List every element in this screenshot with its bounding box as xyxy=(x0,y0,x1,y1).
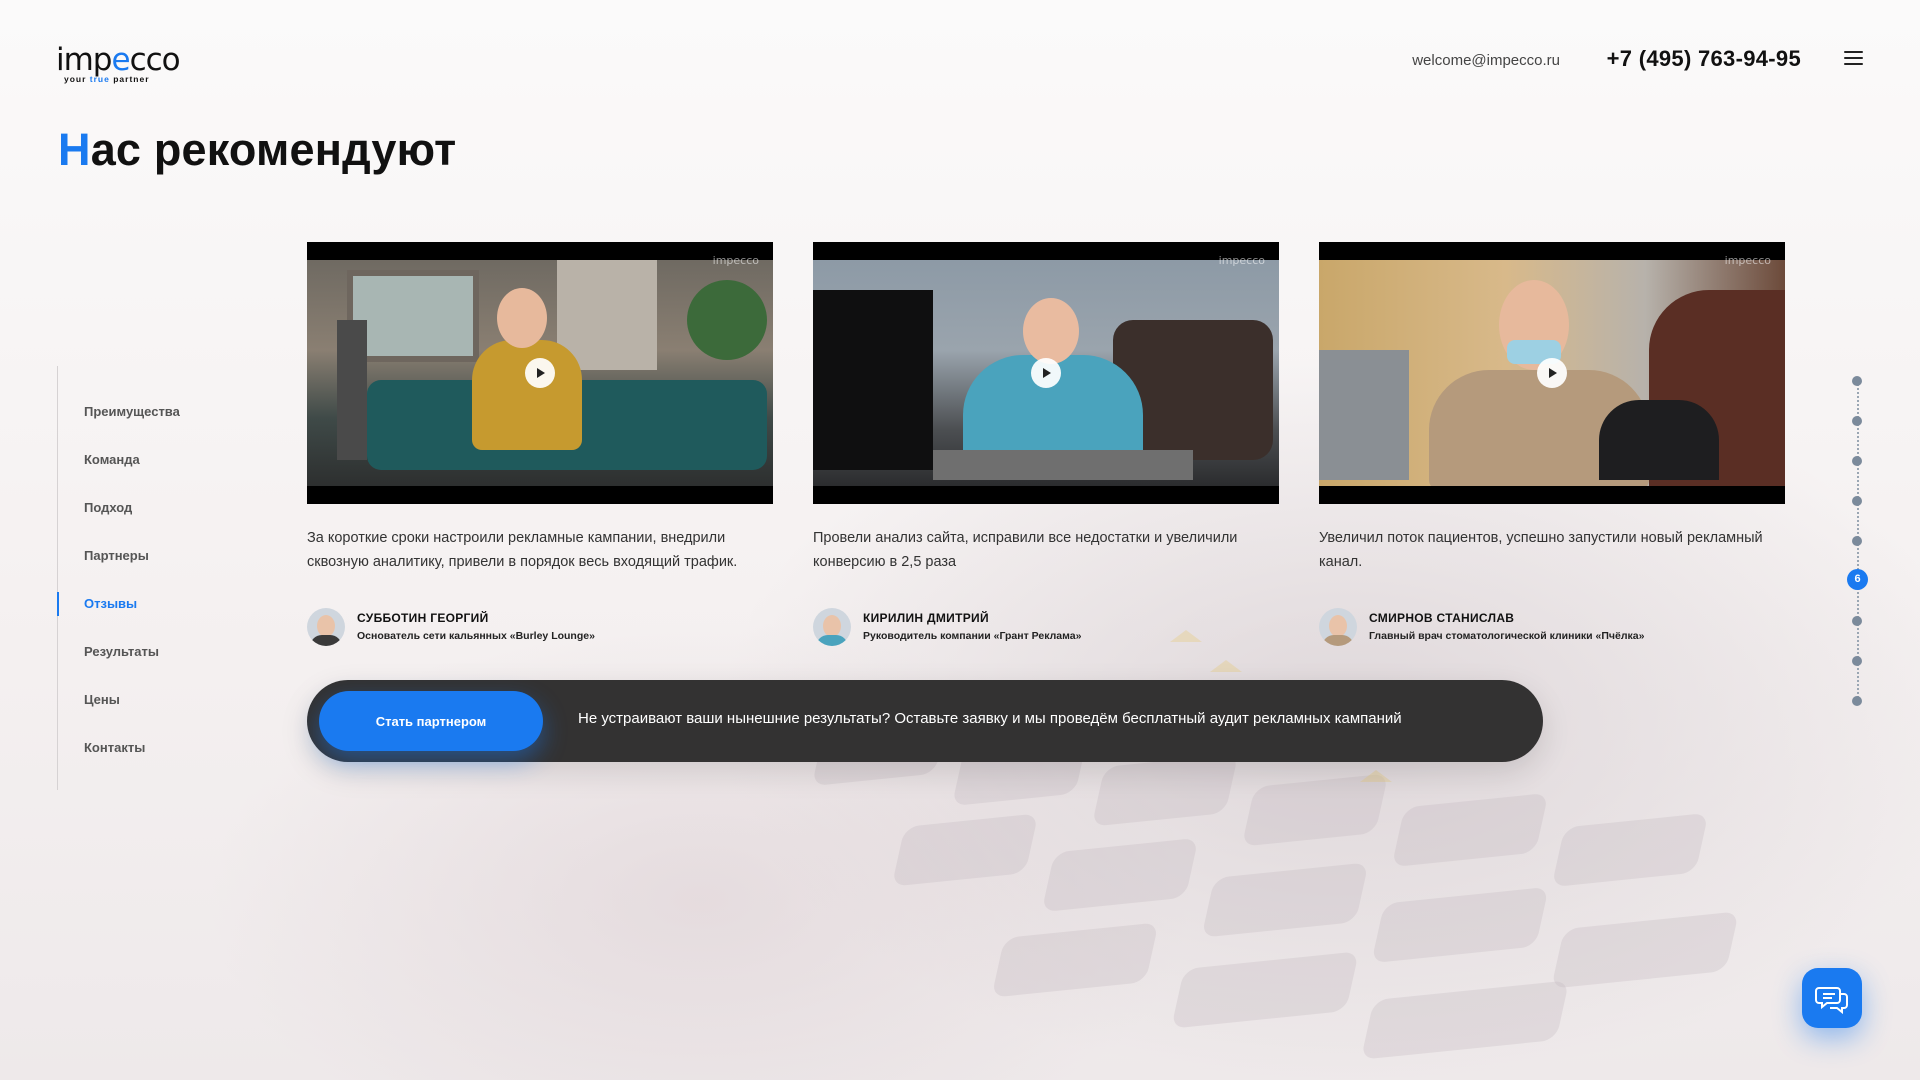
testimonial-author: СУББОТИН ГЕОРГИЙ Основатель сети кальянн… xyxy=(307,608,773,648)
video-watermark: impecco xyxy=(1724,254,1771,267)
play-icon[interactable] xyxy=(1031,358,1061,388)
avatar xyxy=(307,608,345,646)
sidebar-item-partners[interactable]: Партнеры xyxy=(58,532,258,580)
hamburger-icon[interactable] xyxy=(1844,51,1863,69)
logo[interactable]: impecco your true partner xyxy=(56,42,181,85)
logo-wordmark: impecco xyxy=(56,42,181,78)
testimonial-card: impecco За короткие сроки настроили рекл… xyxy=(307,242,773,648)
header-email-link[interactable]: welcome@impecco.ru xyxy=(1412,52,1560,69)
chat-button[interactable] xyxy=(1802,968,1862,1028)
author-role: Руководитель компании «Грант Реклама» xyxy=(863,630,1082,642)
section-dot[interactable] xyxy=(1852,536,1862,546)
page-title: Нас рекомендуют xyxy=(58,124,457,175)
section-dot[interactable] xyxy=(1852,416,1862,426)
section-dot[interactable] xyxy=(1852,656,1862,666)
cta-text: Не устраивают ваши нынешние результаты? … xyxy=(578,710,1402,727)
sidebar-item-results[interactable]: Результаты xyxy=(58,628,258,676)
avatar xyxy=(1319,608,1357,646)
section-dot[interactable] xyxy=(1852,496,1862,506)
author-role: Основатель сети кальянных «Burley Lounge… xyxy=(357,630,595,642)
author-name: КИРИЛИН ДМИТРИЙ xyxy=(863,611,989,625)
testimonial-author: КИРИЛИН ДМИТРИЙ Руководитель компании «Г… xyxy=(813,608,1279,648)
section-dot[interactable] xyxy=(1852,456,1862,466)
sidebar-item-advantages[interactable]: Преимущества xyxy=(58,388,258,436)
section-sidebar: Преимущества Команда Подход Партнеры Отз… xyxy=(57,366,258,790)
sidebar-item-prices[interactable]: Цены xyxy=(58,676,258,724)
play-icon[interactable] xyxy=(1537,358,1567,388)
header-phone[interactable]: +7 (495) 763-94-95 xyxy=(1607,46,1801,72)
author-name: СУББОТИН ГЕОРГИЙ xyxy=(357,611,489,625)
video-watermark: impecco xyxy=(712,254,759,267)
testimonial-author: СМИРНОВ СТАНИСЛАВ Главный врач стоматоло… xyxy=(1319,608,1785,648)
avatar xyxy=(813,608,851,646)
testimonial-quote: Увеличил поток пациентов, успешно запуст… xyxy=(1319,530,1763,570)
become-partner-button[interactable]: Стать партнером xyxy=(319,691,543,751)
sidebar-item-approach[interactable]: Подход xyxy=(58,484,258,532)
author-name: СМИРНОВ СТАНИСЛАВ xyxy=(1369,611,1515,625)
testimonial-video[interactable]: impecco xyxy=(813,242,1279,504)
section-dot[interactable] xyxy=(1852,376,1862,386)
section-dot[interactable] xyxy=(1852,696,1862,706)
video-watermark: impecco xyxy=(1218,254,1265,267)
testimonial-video[interactable]: impecco xyxy=(307,242,773,504)
cta-banner: Стать партнером Не устраивают ваши нынеш… xyxy=(307,680,1543,762)
section-dot[interactable] xyxy=(1852,616,1862,626)
sidebar-item-team[interactable]: Команда xyxy=(58,436,258,484)
testimonial-card: impecco Увеличил поток пациентов, успешн… xyxy=(1319,242,1785,648)
testimonial-quote: Провели анализ сайта, исправили все недо… xyxy=(813,530,1238,570)
play-icon[interactable] xyxy=(525,358,555,388)
testimonial-video[interactable]: impecco xyxy=(1319,242,1785,504)
sidebar-item-reviews[interactable]: Отзывы xyxy=(57,580,258,628)
testimonial-card: impecco Провели анализ сайта, исправили … xyxy=(813,242,1279,648)
sidebar-item-contacts[interactable]: Контакты xyxy=(58,724,258,772)
testimonial-quote: За короткие сроки настроили рекламные ка… xyxy=(307,530,738,570)
section-dot-active[interactable]: 6 xyxy=(1847,569,1868,590)
author-role: Главный врач стоматологической клиники «… xyxy=(1369,630,1645,642)
chat-bubbles-icon xyxy=(1815,987,1848,1015)
